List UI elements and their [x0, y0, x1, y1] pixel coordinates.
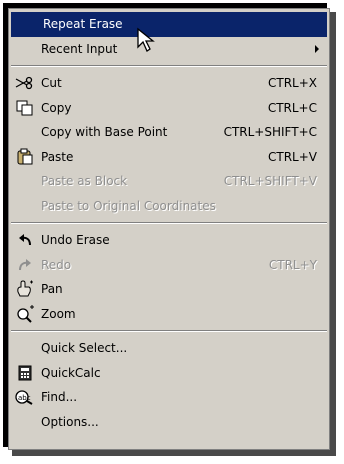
menu-item-label: Zoom	[41, 306, 76, 321]
menu-item-label: Recent Input	[41, 41, 118, 56]
menu-separator	[9, 326, 329, 336]
menu-item-cut[interactable]: Cut CTRL+X	[9, 71, 329, 96]
menu-item-shortcut: CTRL+SHIFT+V	[223, 174, 317, 189]
menu-item-shortcut: CTRL+Y	[268, 257, 317, 272]
menu-item-pan[interactable]: Pan	[9, 277, 329, 302]
menu-item-recent-input[interactable]: Recent Input	[9, 37, 329, 62]
zoom-icon	[9, 302, 41, 326]
copy-icon	[9, 96, 41, 120]
context-menu: Repeat Erase Recent Input Cut CTRL+X Cop…	[8, 8, 330, 450]
menu-item-label: Copy	[41, 100, 72, 115]
menu-item-shortcut: CTRL+C	[267, 100, 317, 115]
menu-item-label: Paste as Block	[41, 174, 128, 189]
menu-item-options[interactable]: Options...	[9, 410, 329, 435]
menu-item-quickcalc[interactable]: QuickCalc	[9, 361, 329, 386]
menu-item-paste-to-original-coordinates: Paste to Original Coordinates	[9, 194, 329, 219]
menu-item-label: Redo	[41, 257, 72, 272]
calculator-icon	[9, 361, 41, 385]
menu-item-repeat-erase[interactable]: Repeat Erase	[11, 12, 327, 37]
menu-item-label: Undo Erase	[41, 233, 110, 248]
menu-item-paste-as-block: Paste as Block CTRL+SHIFT+V	[9, 169, 329, 194]
menu-item-find[interactable]: abc Find...	[9, 385, 329, 410]
menu-separator	[9, 218, 329, 228]
menu-item-label: Paste	[41, 149, 74, 164]
menu-item-paste[interactable]: Paste CTRL+V	[9, 145, 329, 170]
menu-item-copy-with-base-point[interactable]: Copy with Base Point CTRL+SHIFT+C	[9, 120, 329, 145]
menu-item-label: Pan	[41, 282, 63, 297]
pan-icon	[9, 277, 41, 301]
submenu-arrow-icon	[315, 44, 319, 53]
menu-item-shortcut: CTRL+SHIFT+C	[223, 125, 317, 140]
menu-item-label: QuickCalc	[41, 365, 101, 380]
find-icon: abc	[9, 385, 41, 409]
menu-item-label: Find...	[41, 390, 78, 405]
menu-item-label: Quick Select...	[41, 341, 128, 356]
menu-item-label: Repeat Erase	[43, 17, 123, 32]
paste-icon	[9, 145, 41, 169]
menu-item-label: Cut	[41, 76, 62, 91]
menu-item-label: Copy with Base Point	[41, 125, 168, 140]
menu-item-shortcut: CTRL+X	[267, 76, 317, 91]
undo-icon	[9, 228, 41, 252]
menu-item-label: Paste to Original Coordinates	[41, 198, 216, 213]
menu-item-label: Options...	[41, 414, 99, 429]
svg-text:abc: abc	[18, 394, 31, 402]
menu-item-quick-select[interactable]: Quick Select...	[9, 336, 329, 361]
menu-item-redo: Redo CTRL+Y	[9, 253, 329, 278]
menu-separator	[9, 61, 329, 71]
scissors-icon	[9, 71, 41, 95]
redo-icon	[9, 253, 41, 277]
menu-item-shortcut: CTRL+V	[268, 149, 317, 164]
menu-item-copy[interactable]: Copy CTRL+C	[9, 96, 329, 121]
menu-item-undo-erase[interactable]: Undo Erase	[9, 228, 329, 253]
menu-item-zoom[interactable]: Zoom	[9, 302, 329, 327]
